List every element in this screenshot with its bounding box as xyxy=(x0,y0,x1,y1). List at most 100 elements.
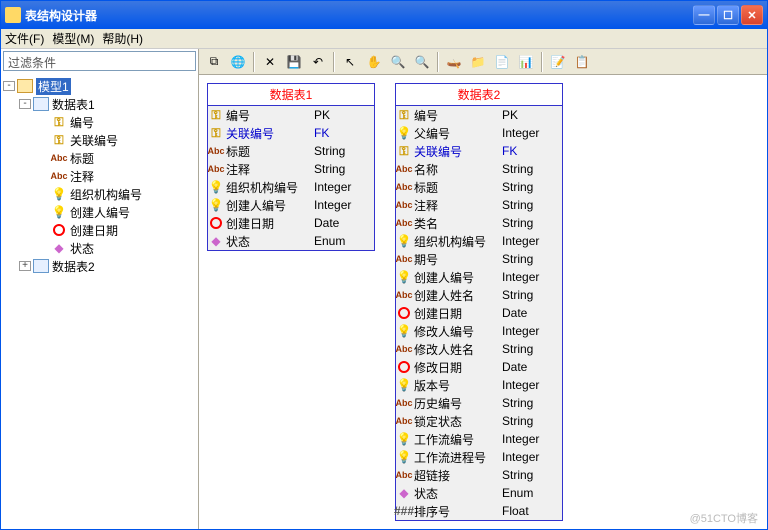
tool-a-button[interactable]: 🛶 xyxy=(443,51,465,73)
field-name[interactable]: 标题 xyxy=(224,142,314,160)
field-name[interactable]: 版本号 xyxy=(412,376,502,394)
delete-button[interactable]: ✕ xyxy=(259,51,281,73)
field-name[interactable]: 排序号 xyxy=(412,502,502,520)
field-name[interactable]: 修改日期 xyxy=(412,358,502,376)
menu-model[interactable]: 模型(M) xyxy=(52,30,94,47)
field-icon: Abc xyxy=(208,142,224,160)
field-type: String xyxy=(502,286,562,304)
right-panel: ⧉ 🌐 ✕ 💾 ↶ ↖ ✋ 🔍 🔍 🛶 📁 📄 📊 📝 📋 数据表1 ⚿编号PK… xyxy=(199,49,767,529)
left-panel: 过滤条件 -模型1 -数据表1 ⚿编号⚿关联编号Abc标题Abc注释💡组织机构编… xyxy=(1,49,199,529)
table2-header: 数据表2 xyxy=(396,84,562,106)
field-name[interactable]: 期号 xyxy=(412,250,502,268)
zoom-in-button[interactable]: 🔍 xyxy=(387,51,409,73)
tool-b-button[interactable]: 📁 xyxy=(467,51,489,73)
table-icon xyxy=(33,259,49,273)
field-name[interactable]: 状态 xyxy=(412,484,502,502)
tree-field[interactable]: 💡组织机构编号 xyxy=(3,185,196,203)
tree-field[interactable]: Abc标题 xyxy=(3,149,196,167)
field-name[interactable]: 编号 xyxy=(412,106,502,124)
undo-button[interactable]: ↶ xyxy=(307,51,329,73)
pointer-button[interactable]: ↖ xyxy=(339,51,361,73)
field-icon: Abc xyxy=(208,160,224,178)
field-name[interactable]: 创建日期 xyxy=(224,214,314,232)
field-type: String xyxy=(502,178,562,196)
field-name[interactable]: 注释 xyxy=(412,196,502,214)
field-icon: 💡 xyxy=(51,205,67,219)
minimize-button[interactable]: — xyxy=(693,5,715,25)
tree-field[interactable]: 创建日期 xyxy=(3,221,196,239)
field-type: String xyxy=(502,412,562,430)
tree-field[interactable]: Abc注释 xyxy=(3,167,196,185)
expand-toggle[interactable]: + xyxy=(19,261,31,271)
field-name[interactable]: 创建人编号 xyxy=(412,268,502,286)
field-name[interactable]: 工作流编号 xyxy=(412,430,502,448)
tree-root[interactable]: 模型1 xyxy=(36,78,71,95)
menu-file[interactable]: 文件(F) xyxy=(5,30,44,47)
field-type: Enum xyxy=(314,232,374,250)
field-type: PK xyxy=(502,106,562,124)
filter-input[interactable]: 过滤条件 xyxy=(3,51,196,71)
globe-button[interactable]: 🌐 xyxy=(227,51,249,73)
field-type: String xyxy=(502,394,562,412)
field-icon: Abc xyxy=(396,286,412,304)
menu-help[interactable]: 帮助(H) xyxy=(102,30,143,47)
field-icon: Abc xyxy=(396,466,412,484)
pan-button[interactable]: ✋ xyxy=(363,51,385,73)
close-button[interactable]: ✕ xyxy=(741,5,763,25)
field-name[interactable]: 超链接 xyxy=(412,466,502,484)
datatable-1[interactable]: 数据表1 ⚿编号PK⚿关联编号FKAbc标题StringAbc注释String💡… xyxy=(207,83,375,251)
field-type: Integer xyxy=(502,448,562,466)
field-name[interactable]: 锁定状态 xyxy=(412,412,502,430)
field-type: String xyxy=(502,340,562,358)
design-canvas[interactable]: 数据表1 ⚿编号PK⚿关联编号FKAbc标题StringAbc注释String💡… xyxy=(199,75,767,529)
maximize-button[interactable]: ☐ xyxy=(717,5,739,25)
tree-field[interactable]: 💡创建人编号 xyxy=(3,203,196,221)
field-name[interactable]: 创建日期 xyxy=(412,304,502,322)
expand-toggle[interactable]: - xyxy=(3,81,15,91)
tree-view[interactable]: -模型1 -数据表1 ⚿编号⚿关联编号Abc标题Abc注释💡组织机构编号💡创建人… xyxy=(1,73,198,529)
field-name[interactable]: 状态 xyxy=(224,232,314,250)
tool-f-button[interactable]: 📋 xyxy=(571,51,593,73)
tree-field[interactable]: ⚿编号 xyxy=(3,113,196,131)
field-name[interactable]: 组织机构编号 xyxy=(412,232,502,250)
field-type: Integer xyxy=(502,232,562,250)
field-icon: ⚿ xyxy=(208,106,224,124)
field-icon: 💡 xyxy=(208,196,224,214)
copy-button[interactable]: ⧉ xyxy=(203,51,225,73)
tree-table2[interactable]: 数据表2 xyxy=(52,258,95,275)
field-icon: 💡 xyxy=(396,430,412,448)
save-button[interactable]: 💾 xyxy=(283,51,305,73)
field-name[interactable]: 工作流进程号 xyxy=(412,448,502,466)
field-name[interactable]: 父编号 xyxy=(412,124,502,142)
tree-table1[interactable]: 数据表1 xyxy=(52,96,95,113)
field-name[interactable]: 历史编号 xyxy=(412,394,502,412)
field-name[interactable]: 修改人编号 xyxy=(412,322,502,340)
expand-toggle[interactable]: - xyxy=(19,99,31,109)
tool-c-button[interactable]: 📄 xyxy=(491,51,513,73)
field-name[interactable]: 关联编号 xyxy=(412,142,502,160)
datatable-2[interactable]: 数据表2 ⚿编号PK💡父编号Integer⚿关联编号FKAbc名称StringA… xyxy=(395,83,563,521)
field-icon: 💡 xyxy=(396,322,412,340)
field-name[interactable]: 类名 xyxy=(412,214,502,232)
field-name[interactable]: 标题 xyxy=(412,178,502,196)
zoom-out-button[interactable]: 🔍 xyxy=(411,51,433,73)
field-name[interactable]: 创建人编号 xyxy=(224,196,314,214)
field-icon: Abc xyxy=(396,178,412,196)
tool-d-button[interactable]: 📊 xyxy=(515,51,537,73)
field-type: FK xyxy=(502,142,562,160)
tool-e-button[interactable]: 📝 xyxy=(547,51,569,73)
field-type: Integer xyxy=(502,430,562,448)
field-name[interactable]: 创建人姓名 xyxy=(412,286,502,304)
field-name[interactable]: 注释 xyxy=(224,160,314,178)
field-name[interactable]: 修改人姓名 xyxy=(412,340,502,358)
field-type: PK xyxy=(314,106,374,124)
tree-field[interactable]: ⚿关联编号 xyxy=(3,131,196,149)
field-icon: Abc xyxy=(51,151,67,165)
field-name[interactable]: 关联编号 xyxy=(224,124,314,142)
tree-field[interactable]: ◆状态 xyxy=(3,239,196,257)
field-type: String xyxy=(502,214,562,232)
field-type: String xyxy=(502,160,562,178)
field-name[interactable]: 名称 xyxy=(412,160,502,178)
field-name[interactable]: 编号 xyxy=(224,106,314,124)
field-name[interactable]: 组织机构编号 xyxy=(224,178,314,196)
